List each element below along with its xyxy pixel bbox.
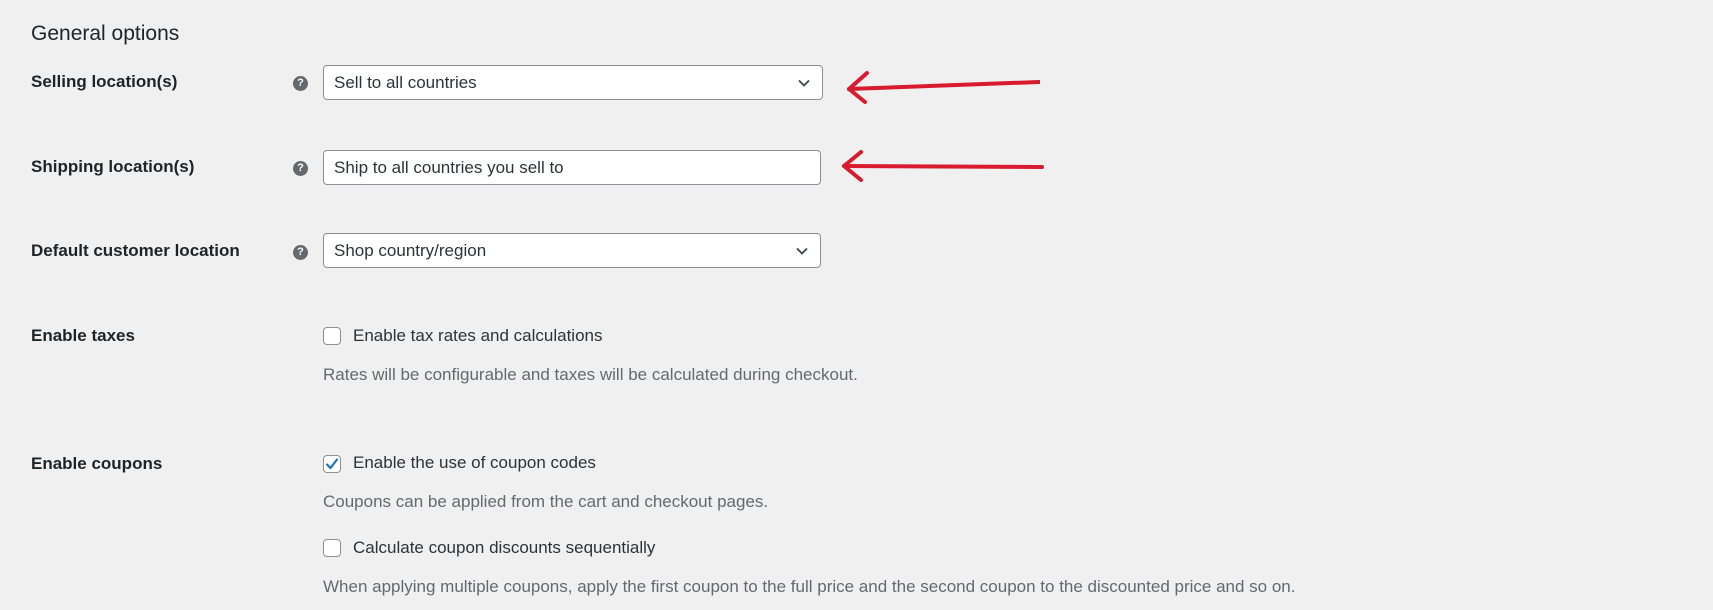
red-arrow-icon	[842, 150, 1044, 182]
shipping-locations-value: Ship to all countries you sell to	[334, 158, 564, 177]
enable-taxes-label: Enable taxes	[31, 326, 135, 345]
enable-coupons-description: Coupons can be applied from the cart and…	[323, 492, 769, 511]
shipping-help-icon[interactable]: ?	[293, 161, 308, 176]
selling-locations-value: Sell to all countries	[334, 73, 477, 92]
enable-taxes-description: Rates will be configurable and taxes wil…	[323, 365, 858, 384]
default-customer-location-select[interactable]: Shop country/region	[323, 233, 821, 268]
chevron-down-icon	[798, 79, 810, 87]
chevron-down-icon	[796, 247, 808, 255]
enable-coupons-checkbox-label[interactable]: Enable the use of coupon codes	[353, 453, 596, 473]
selling-locations-label: Selling location(s)	[31, 72, 178, 91]
red-arrow-icon	[847, 71, 1040, 104]
selling-help-icon[interactable]: ?	[293, 76, 308, 91]
enable-taxes-checkbox-label[interactable]: Enable tax rates and calculations	[353, 326, 603, 346]
sequential-coupons-description: When applying multiple coupons, apply th…	[323, 577, 1296, 596]
checkmark-icon	[325, 458, 339, 470]
enable-coupons-checkbox[interactable]	[323, 455, 341, 473]
enable-taxes-checkbox[interactable]	[323, 327, 341, 345]
selling-locations-select[interactable]: Sell to all countries	[323, 65, 823, 100]
default-location-help-icon[interactable]: ?	[293, 245, 308, 260]
sequential-coupons-checkbox[interactable]	[323, 539, 341, 557]
shipping-locations-select[interactable]: Ship to all countries you sell to	[323, 150, 821, 185]
default-customer-location-label: Default customer location	[31, 241, 240, 260]
sequential-coupons-checkbox-label[interactable]: Calculate coupon discounts sequentially	[353, 538, 655, 558]
section-title: General options	[31, 22, 180, 45]
shipping-locations-label: Shipping location(s)	[31, 157, 195, 176]
default-customer-location-value: Shop country/region	[334, 241, 487, 260]
enable-coupons-label: Enable coupons	[31, 454, 163, 473]
